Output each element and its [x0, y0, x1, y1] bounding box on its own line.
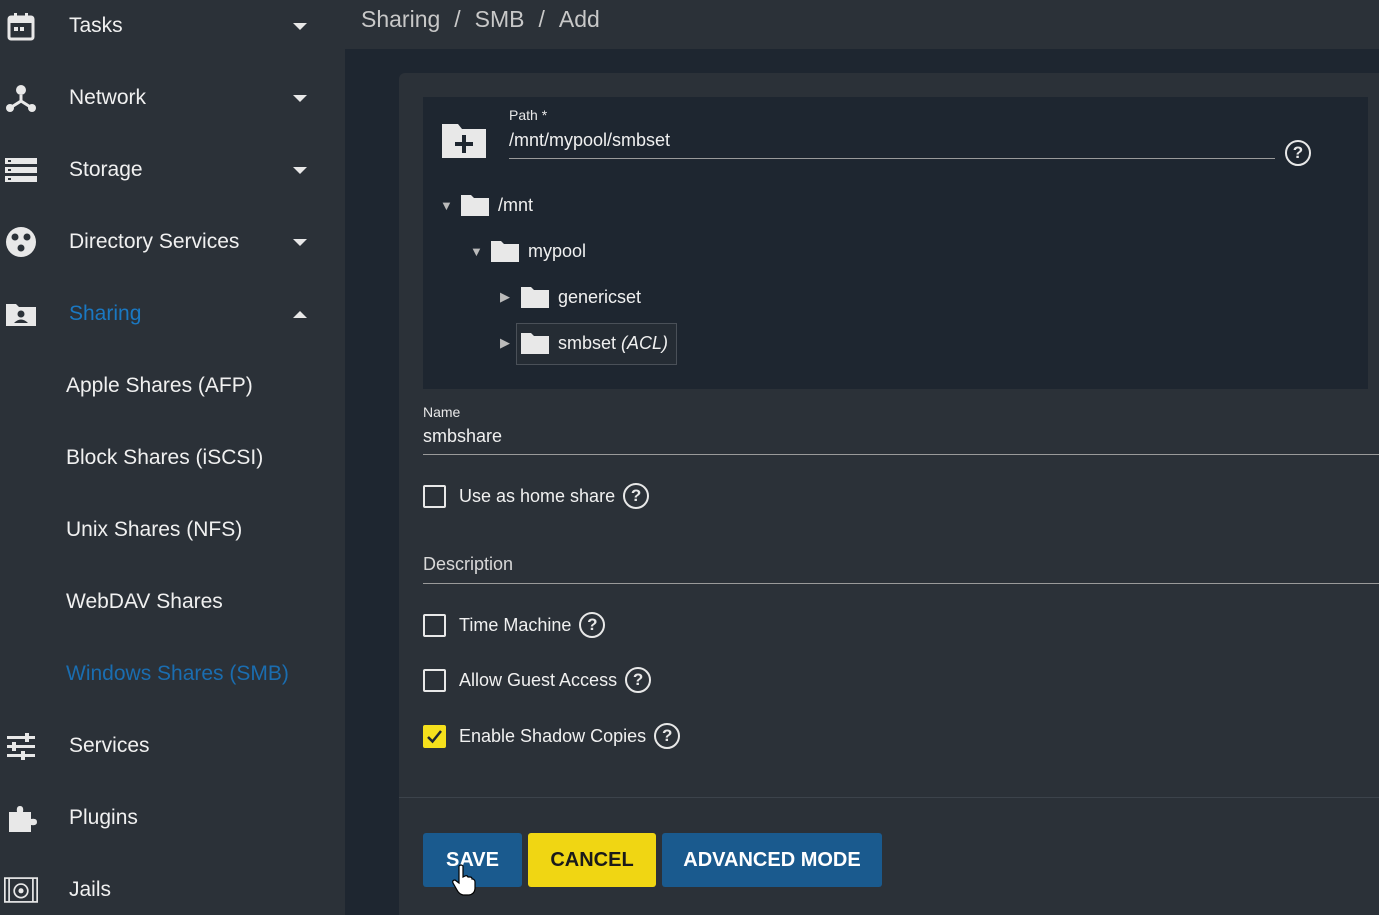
form-divider — [399, 797, 1379, 798]
sidebar-subitem-label: Unix Shares (NFS) — [66, 518, 243, 541]
sharing-icon — [4, 297, 38, 331]
shadow-copies-checkbox[interactable] — [423, 724, 446, 748]
home-share-label: Use as home share — [459, 485, 616, 506]
tree-node-name: smbset — [558, 332, 617, 353]
time-machine-label: Time Machine — [459, 614, 572, 635]
guest-access-checkbox[interactable] — [423, 668, 446, 692]
chevron-up-icon — [293, 310, 307, 318]
home-share-checkbox[interactable] — [423, 484, 446, 508]
name-input[interactable]: smbshare — [423, 426, 1379, 455]
sidebar-subitem-iscsi[interactable]: Block Shares (iSCSI) — [0, 422, 345, 494]
sidebar-item-label: Storage — [69, 158, 143, 181]
sidebar-item-sharing[interactable]: Sharing — [0, 278, 345, 350]
advanced-mode-button[interactable]: ADVANCED MODE — [662, 833, 882, 887]
tree-node-mnt[interactable]: ▼ /mnt — [440, 190, 533, 220]
folder-icon — [520, 285, 550, 309]
tree-node-label: /mnt — [498, 194, 534, 215]
calendar-icon — [4, 9, 38, 43]
chevron-down-icon — [293, 94, 307, 102]
sidebar-item-plugins[interactable]: Plugins — [0, 782, 345, 854]
home-share-checkbox-row[interactable]: Use as home share ? — [423, 483, 650, 509]
path-help-icon[interactable]: ? — [1285, 140, 1311, 166]
topbar: Sharing / SMB / Add — [345, 0, 1379, 49]
sidebar-item-directory-services[interactable]: Directory Services — [0, 206, 345, 278]
breadcrumb: Sharing / SMB / Add — [361, 6, 600, 33]
sidebar-item-network[interactable]: Network — [0, 62, 345, 134]
time-machine-checkbox-row[interactable]: Time Machine ? — [423, 612, 606, 638]
expanded-triangle-icon[interactable]: ▼ — [470, 244, 490, 259]
tree-node-smbset[interactable]: ▶ smbset (ACL) — [500, 328, 668, 358]
directory-services-icon — [4, 225, 38, 259]
chevron-down-icon — [293, 166, 307, 174]
hand-cursor-icon — [452, 864, 476, 896]
network-icon — [4, 81, 38, 115]
tree-node-mypool[interactable]: ▼ mypool — [470, 236, 586, 266]
guest-access-help-icon[interactable]: ? — [625, 667, 652, 693]
sidebar-item-label: Tasks — [69, 14, 123, 37]
sidebar-item-label: Jails — [69, 878, 112, 901]
time-machine-checkbox[interactable] — [423, 613, 446, 637]
sidebar-subitem-afp[interactable]: Apple Shares (AFP) — [0, 350, 345, 422]
tree-node-suffix: (ACL) — [621, 332, 669, 353]
path-label: Path * — [509, 107, 548, 123]
sidebar-item-label: Services — [69, 734, 150, 757]
folder-icon — [460, 193, 490, 217]
checkmark-icon — [427, 729, 442, 743]
sidebar-item-label: Sharing — [69, 302, 142, 325]
sidebar-item-storage[interactable]: Storage — [0, 134, 345, 206]
sidebar: Tasks Network Storage Directory Services… — [0, 0, 345, 915]
sidebar-item-label: Directory Services — [69, 230, 240, 253]
breadcrumb-separator: / — [454, 6, 461, 32]
breadcrumb-item-smb[interactable]: SMB — [475, 6, 525, 33]
breadcrumb-separator: / — [538, 6, 545, 32]
cancel-button[interactable]: CANCEL — [528, 833, 656, 887]
home-share-help-icon[interactable]: ? — [623, 483, 650, 509]
folder-plus-icon[interactable] — [441, 121, 487, 159]
path-input[interactable]: /mnt/mypool/smbset — [509, 128, 1275, 159]
jails-icon — [4, 873, 38, 907]
storage-icon — [4, 153, 38, 187]
puzzle-icon — [4, 801, 38, 835]
collapsed-triangle-icon[interactable]: ▶ — [500, 335, 520, 351]
sidebar-subitem-label: Windows Shares (SMB) — [66, 662, 289, 685]
sidebar-item-services[interactable]: Services — [0, 710, 345, 782]
sidebar-item-jails[interactable]: Jails — [0, 854, 345, 915]
name-label: Name — [423, 404, 461, 420]
expanded-triangle-icon[interactable]: ▼ — [440, 198, 460, 213]
time-machine-help-icon[interactable]: ? — [579, 612, 606, 638]
services-icon — [4, 729, 38, 763]
tree-node-label: smbset (ACL) — [558, 333, 668, 354]
breadcrumb-item-sharing[interactable]: Sharing — [361, 6, 440, 33]
shadow-copies-checkbox-row[interactable]: Enable Shadow Copies ? — [423, 723, 681, 749]
shadow-copies-help-icon[interactable]: ? — [654, 723, 681, 749]
sidebar-item-tasks[interactable]: Tasks — [0, 0, 345, 62]
description-input[interactable]: Description — [423, 554, 1379, 584]
chevron-down-icon — [293, 238, 307, 246]
sidebar-subitem-label: Apple Shares (AFP) — [66, 374, 253, 397]
sidebar-subitem-smb[interactable]: Windows Shares (SMB) — [0, 638, 345, 710]
breadcrumb-item-add: Add — [558, 6, 600, 32]
guest-access-checkbox-row[interactable]: Allow Guest Access ? — [423, 667, 652, 693]
sidebar-subitem-nfs[interactable]: Unix Shares (NFS) — [0, 494, 345, 566]
sidebar-subitem-label: WebDAV Shares — [66, 590, 223, 613]
folder-icon — [490, 239, 520, 263]
guest-access-label: Allow Guest Access — [459, 669, 618, 690]
collapsed-triangle-icon[interactable]: ▶ — [500, 289, 520, 305]
sidebar-item-label: Network — [69, 86, 147, 109]
description-placeholder: Description — [423, 554, 514, 574]
tree-node-label: genericset — [558, 286, 642, 307]
shadow-copies-label: Enable Shadow Copies — [459, 725, 647, 746]
sidebar-item-label: Plugins — [69, 806, 138, 829]
folder-icon — [520, 331, 550, 355]
sidebar-subitem-label: Block Shares (iSCSI) — [66, 446, 264, 469]
chevron-down-icon — [293, 22, 307, 30]
sidebar-subitem-webdav[interactable]: WebDAV Shares — [0, 566, 345, 638]
tree-node-label: mypool — [528, 240, 587, 261]
tree-node-genericset[interactable]: ▶ genericset — [500, 282, 641, 312]
